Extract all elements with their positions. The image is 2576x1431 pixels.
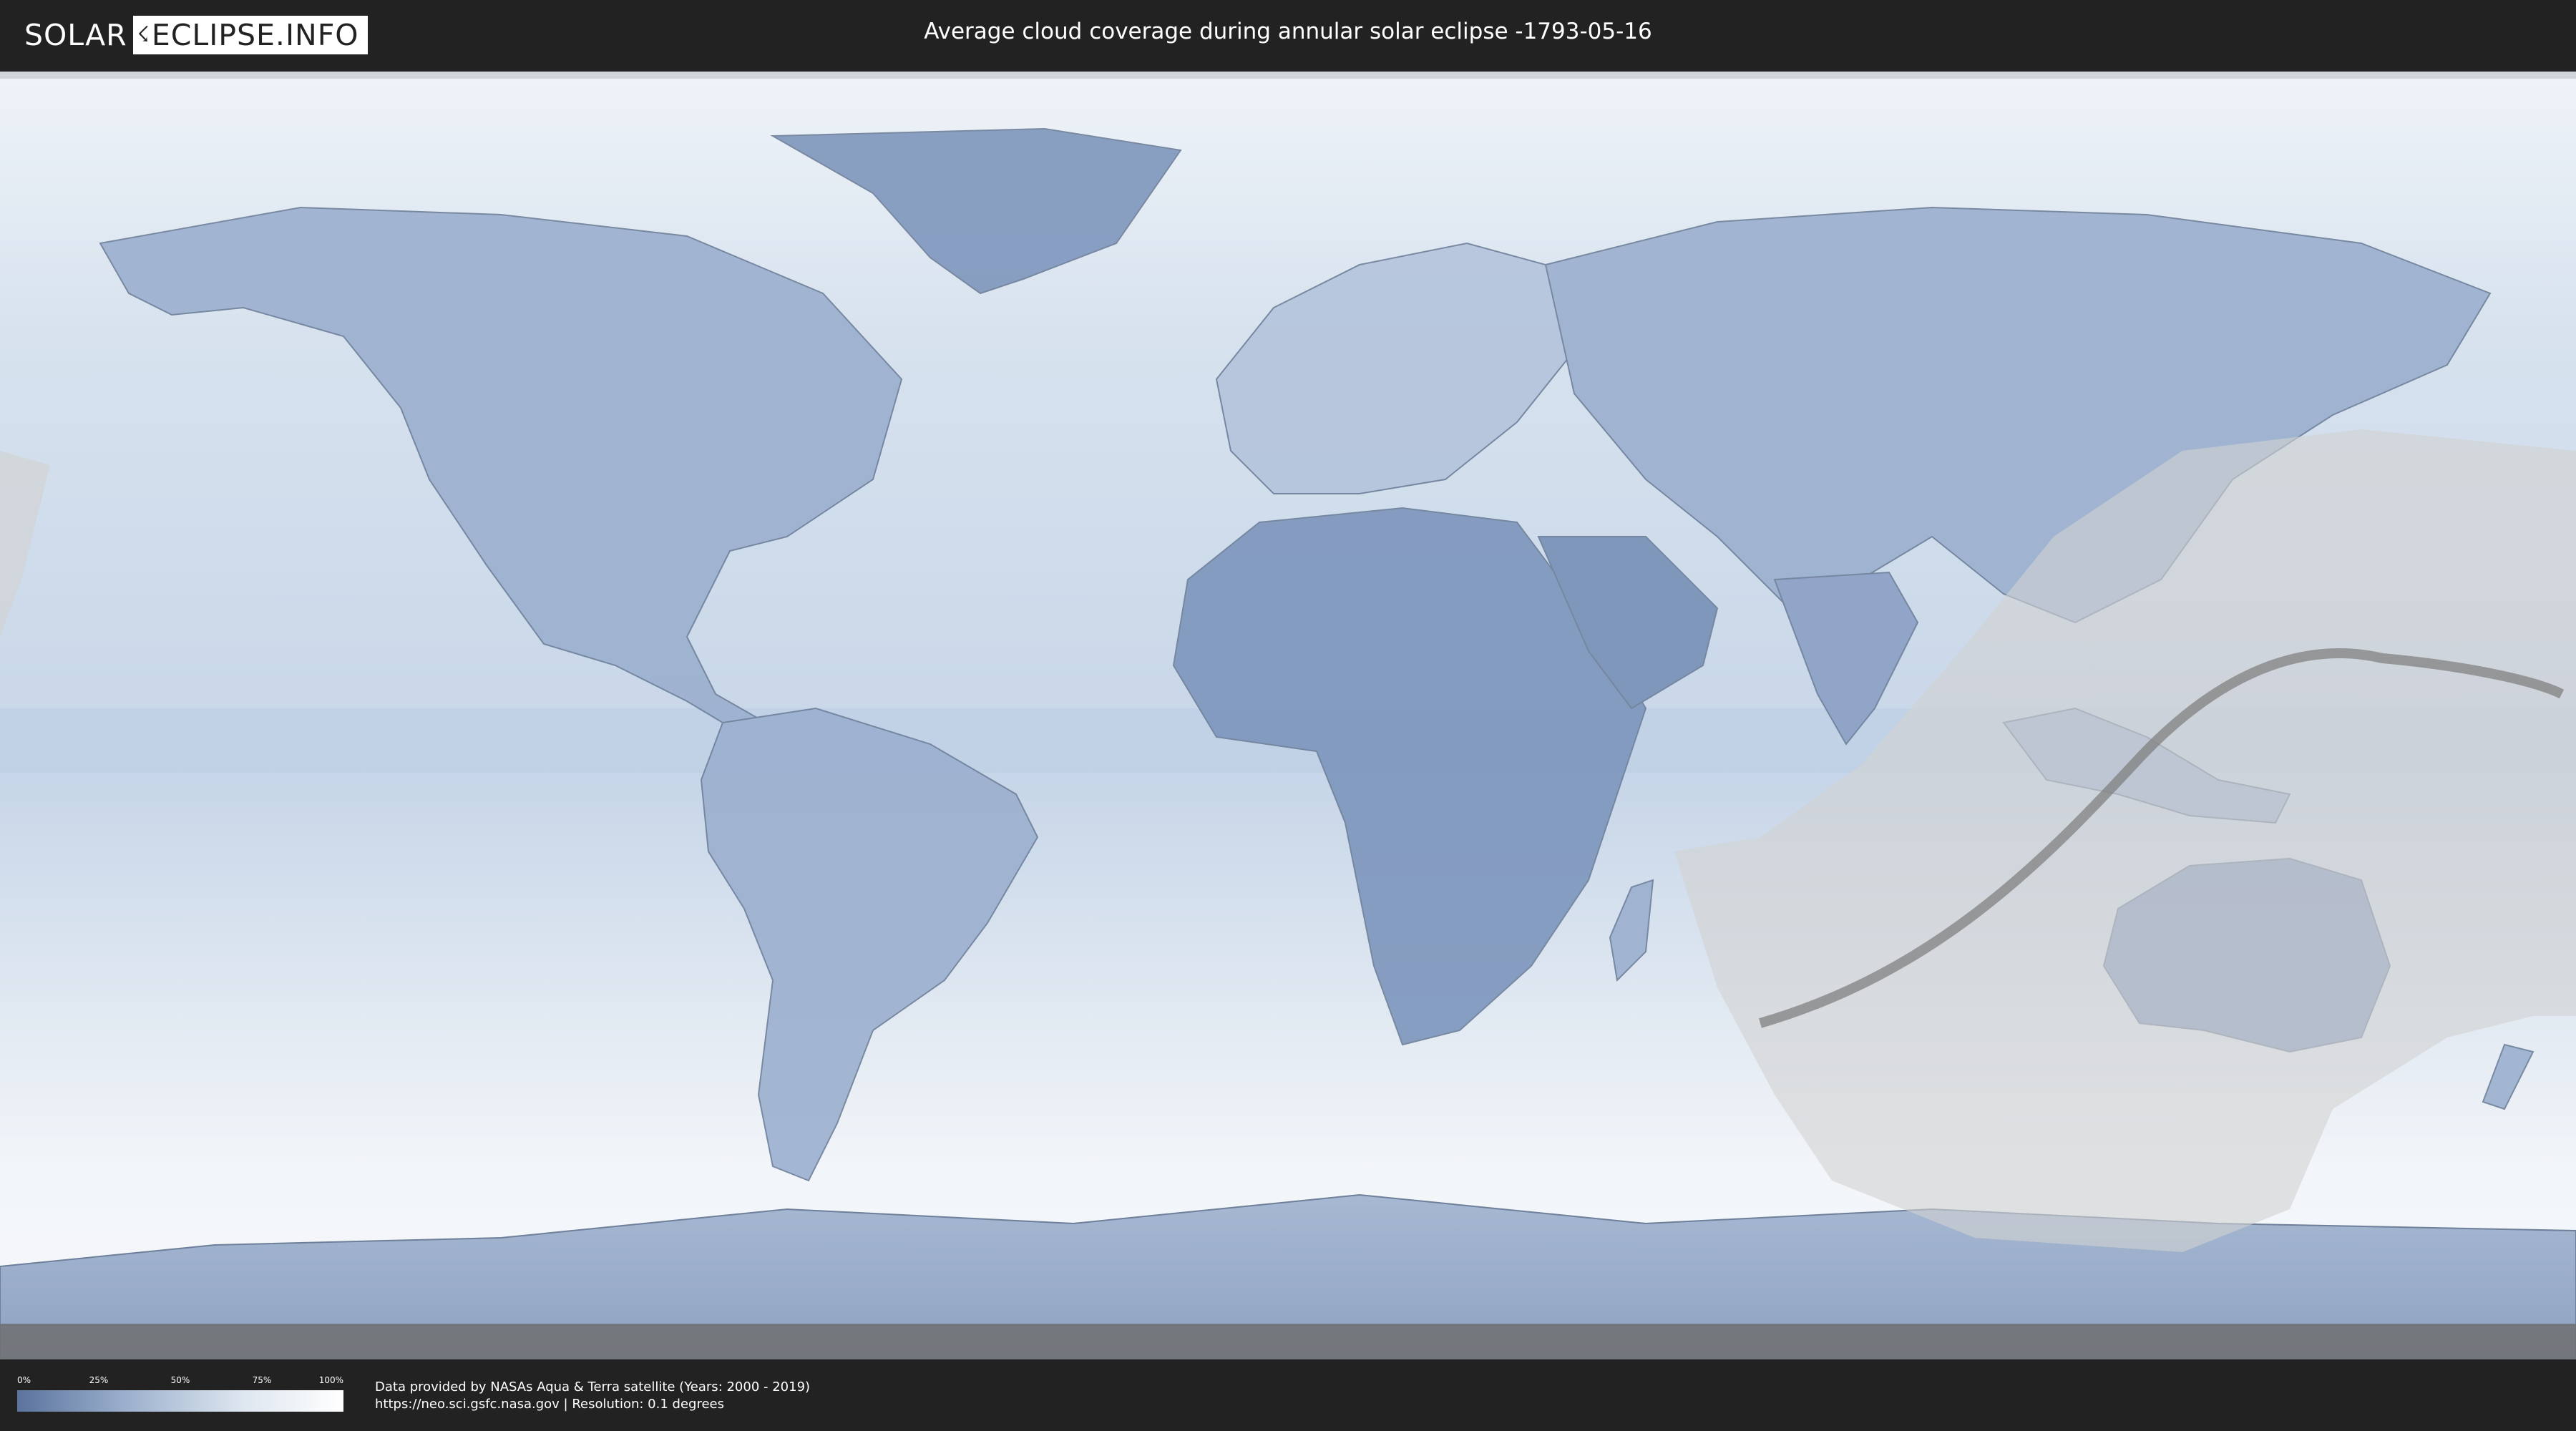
cloud-coverage-legend-bar	[17, 1390, 343, 1412]
data-source-url[interactable]: https://neo.sci.gsfc.nasa.gov | Resoluti…	[375, 1397, 724, 1412]
legend-tick: 100%	[318, 1375, 343, 1385]
legend-tick: 75%	[252, 1375, 272, 1385]
cloud-coverage-map	[0, 72, 2576, 1359]
legend-tick: 0%	[17, 1375, 31, 1385]
header: SOLAR ☇ ECLIPSE.INFO Average cloud cover…	[0, 0, 2576, 72]
legend-tick: 25%	[89, 1375, 109, 1385]
map-bottom-edge	[0, 1324, 2576, 1359]
data-credit: Data provided by NASAs Aqua & Terra sate…	[375, 1379, 811, 1395]
legend-ticks: 0% 25% 50% 75% 100%	[17, 1375, 343, 1387]
legend-tick: 50%	[170, 1375, 190, 1385]
page-title: Average cloud coverage during annular so…	[924, 19, 1652, 44]
world-map-svg	[0, 79, 2576, 1359]
footer: 0% 25% 50% 75% 100% Data provided by NAS…	[0, 1359, 2576, 1431]
